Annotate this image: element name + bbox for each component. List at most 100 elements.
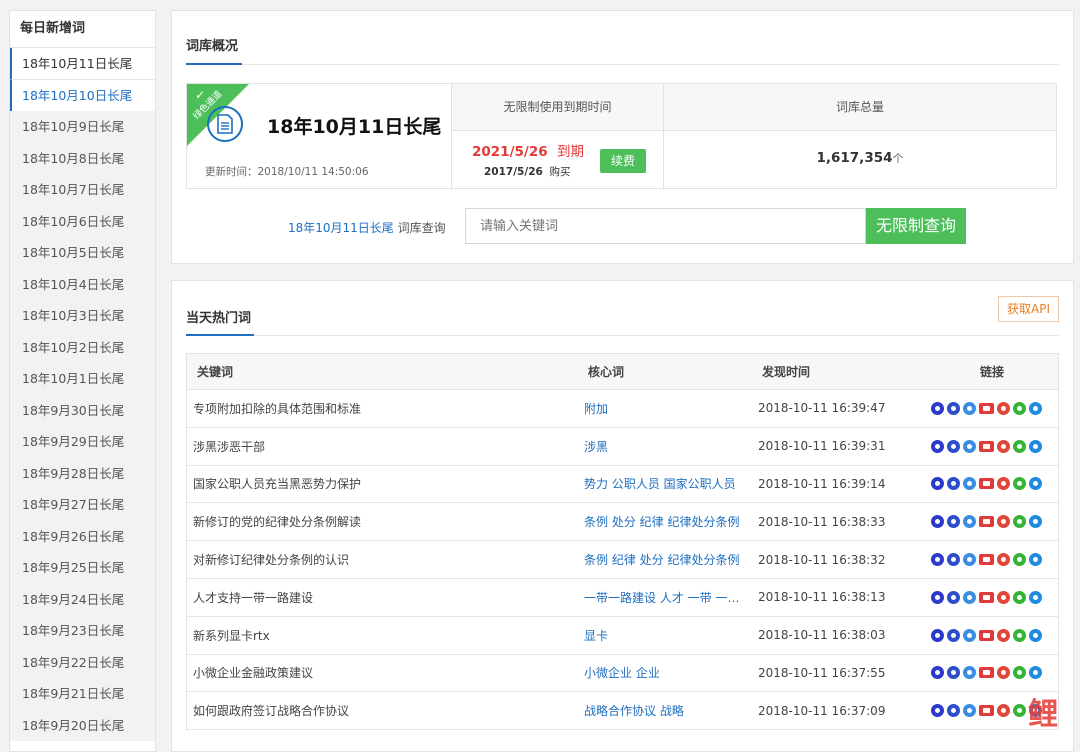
row-core-words[interactable]: 显卡	[584, 617, 749, 654]
toutiao-icon[interactable]	[979, 591, 994, 603]
zhihu-icon[interactable]	[1029, 401, 1042, 415]
doc-icon[interactable]	[947, 666, 960, 680]
weibo-icon[interactable]	[997, 439, 1010, 453]
library-link[interactable]: 18年10月11日长尾	[288, 221, 394, 235]
sidebar-item[interactable]: 18年10月8日长尾	[10, 142, 155, 174]
row-keyword[interactable]: 人才支持一带一路建设	[193, 579, 573, 616]
zhihu-icon[interactable]	[1029, 515, 1042, 529]
row-keyword[interactable]: 新修订的党的纪律处分条例解读	[193, 503, 573, 540]
sidebar-item[interactable]: 18年10月6日长尾	[10, 205, 155, 237]
sidebar-item[interactable]: 18年10月2日长尾	[10, 331, 155, 363]
sidebar-item[interactable]: 18年10月7日长尾	[10, 174, 155, 206]
wechat-icon[interactable]	[1013, 439, 1026, 453]
baidu-icon[interactable]	[931, 515, 944, 529]
zhihu-icon[interactable]	[1029, 553, 1042, 567]
doc-icon[interactable]	[947, 477, 960, 491]
get-api-button[interactable]: 获取API	[998, 296, 1059, 322]
sidebar-item[interactable]: 18年10月10日长尾	[10, 79, 155, 111]
row-keyword[interactable]: 涉黑涉恶干部	[193, 428, 573, 465]
sidebar-item[interactable]: 18年9月28日长尾	[10, 457, 155, 489]
toutiao-icon[interactable]	[979, 440, 994, 452]
baidu-icon[interactable]	[931, 439, 944, 453]
row-keyword[interactable]: 新系列显卡rtx	[193, 617, 573, 654]
wechat-icon[interactable]	[1013, 704, 1026, 718]
baidu-icon[interactable]	[931, 704, 944, 718]
zhihu-icon[interactable]	[1029, 439, 1042, 453]
keyword-search-input[interactable]	[465, 208, 866, 244]
baidu-icon[interactable]	[931, 553, 944, 567]
sidebar-item[interactable]: 18年10月5日长尾	[10, 237, 155, 269]
doc-icon[interactable]	[947, 704, 960, 718]
sidebar-item[interactable]: 18年9月26日长尾	[10, 520, 155, 552]
sidebar-item[interactable]: 18年9月27日长尾	[10, 489, 155, 521]
row-core-words[interactable]: 条例 处分 纪律 纪律处分条例	[584, 503, 749, 540]
360-icon[interactable]	[963, 439, 976, 453]
sidebar-item[interactable]: 18年9月23日长尾	[10, 615, 155, 647]
360-icon[interactable]	[963, 553, 976, 567]
weibo-icon[interactable]	[997, 704, 1010, 718]
row-core-words[interactable]: 涉黑	[584, 428, 749, 465]
weibo-icon[interactable]	[997, 628, 1010, 642]
wechat-icon[interactable]	[1013, 553, 1026, 567]
wechat-icon[interactable]	[1013, 590, 1026, 604]
doc-icon[interactable]	[947, 628, 960, 642]
doc-icon[interactable]	[947, 590, 960, 604]
sidebar-item[interactable]: 18年10月9日长尾	[10, 111, 155, 143]
sidebar-item[interactable]: 18年9月22日长尾	[10, 646, 155, 678]
sidebar-item[interactable]: 18年10月3日长尾	[10, 300, 155, 332]
360-icon[interactable]	[963, 515, 976, 529]
zhihu-icon[interactable]	[1029, 666, 1042, 680]
sidebar-item[interactable]: 18年9月24日长尾	[10, 583, 155, 615]
row-keyword[interactable]: 小微企业金融政策建议	[193, 655, 573, 692]
360-icon[interactable]	[963, 666, 976, 680]
weibo-icon[interactable]	[997, 666, 1010, 680]
row-core-words[interactable]: 小微企业 企业	[584, 655, 749, 692]
weibo-icon[interactable]	[997, 515, 1010, 529]
baidu-icon[interactable]	[931, 590, 944, 604]
sidebar-item[interactable]: 18年9月30日长尾	[10, 394, 155, 426]
weibo-icon[interactable]	[997, 553, 1010, 567]
renew-button[interactable]: 续费	[600, 149, 646, 173]
weibo-icon[interactable]	[997, 401, 1010, 415]
360-icon[interactable]	[963, 590, 976, 604]
360-icon[interactable]	[963, 401, 976, 415]
zhihu-icon[interactable]	[1029, 590, 1042, 604]
sidebar-item[interactable]: 18年9月20日长尾	[10, 709, 155, 741]
doc-icon[interactable]	[947, 401, 960, 415]
baidu-icon[interactable]	[931, 628, 944, 642]
doc-icon[interactable]	[947, 515, 960, 529]
wechat-icon[interactable]	[1013, 477, 1026, 491]
baidu-icon[interactable]	[931, 401, 944, 415]
zhihu-icon[interactable]	[1029, 477, 1042, 491]
sidebar-item[interactable]: 18年9月21日长尾	[10, 678, 155, 710]
baidu-icon[interactable]	[931, 477, 944, 491]
360-icon[interactable]	[963, 477, 976, 491]
row-keyword[interactable]: 如何跟政府签订战略合作协议	[193, 692, 573, 729]
doc-icon[interactable]	[947, 439, 960, 453]
wechat-icon[interactable]	[1013, 666, 1026, 680]
row-keyword[interactable]: 国家公职人员充当黑恶势力保护	[193, 466, 573, 503]
toutiao-icon[interactable]	[979, 516, 994, 528]
zhihu-icon[interactable]	[1029, 628, 1042, 642]
toutiao-icon[interactable]	[979, 705, 994, 717]
row-core-words[interactable]: 附加	[584, 390, 749, 427]
row-core-words[interactable]: 一带一路建设 人才 一带 一…	[584, 579, 749, 616]
toutiao-icon[interactable]	[979, 629, 994, 641]
unlimited-query-button[interactable]: 无限制查询	[866, 208, 966, 244]
sidebar-item[interactable]: 18年10月11日长尾	[10, 48, 155, 80]
row-core-words[interactable]: 战略合作协议 战略	[584, 692, 749, 729]
row-keyword[interactable]: 专项附加扣除的具体范围和标准	[193, 390, 573, 427]
row-core-words[interactable]: 势力 公职人员 国家公职人员	[584, 466, 749, 503]
weibo-icon[interactable]	[997, 477, 1010, 491]
wechat-icon[interactable]	[1013, 628, 1026, 642]
sidebar-item[interactable]: 18年9月29日长尾	[10, 426, 155, 458]
toutiao-icon[interactable]	[979, 478, 994, 490]
doc-icon[interactable]	[947, 553, 960, 567]
sidebar-item[interactable]: 18年9月25日长尾	[10, 552, 155, 584]
wechat-icon[interactable]	[1013, 515, 1026, 529]
wechat-icon[interactable]	[1013, 401, 1026, 415]
toutiao-icon[interactable]	[979, 402, 994, 414]
row-core-words[interactable]: 条例 纪律 处分 纪律处分条例	[584, 541, 749, 578]
360-icon[interactable]	[963, 628, 976, 642]
weibo-icon[interactable]	[997, 590, 1010, 604]
